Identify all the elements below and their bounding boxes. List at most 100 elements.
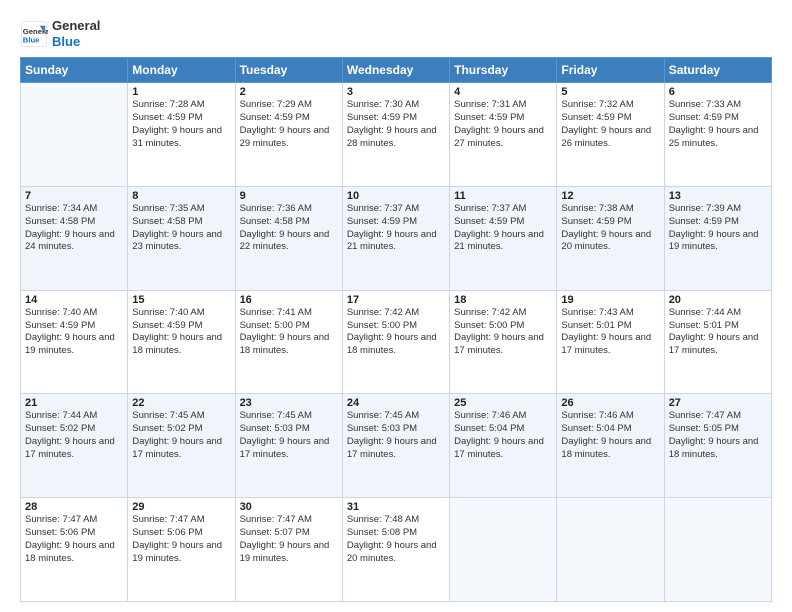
calendar-day-cell: 1Sunrise: 7:28 AMSunset: 4:59 PMDaylight… bbox=[128, 83, 235, 187]
day-info: Sunrise: 7:44 AMSunset: 5:02 PMDaylight:… bbox=[25, 410, 123, 461]
calendar-day-cell: 18Sunrise: 7:42 AMSunset: 5:00 PMDayligh… bbox=[450, 290, 557, 394]
calendar-day-cell: 10Sunrise: 7:37 AMSunset: 4:59 PMDayligh… bbox=[342, 186, 449, 290]
calendar-week-row: 28Sunrise: 7:47 AMSunset: 5:06 PMDayligh… bbox=[21, 498, 772, 602]
calendar-week-row: 7Sunrise: 7:34 AMSunset: 4:58 PMDaylight… bbox=[21, 186, 772, 290]
day-of-week-header: Friday bbox=[557, 58, 664, 83]
calendar-header-row: SundayMondayTuesdayWednesdayThursdayFrid… bbox=[21, 58, 772, 83]
calendar-day-cell: 25Sunrise: 7:46 AMSunset: 5:04 PMDayligh… bbox=[450, 394, 557, 498]
day-info: Sunrise: 7:40 AMSunset: 4:59 PMDaylight:… bbox=[132, 307, 230, 358]
day-info: Sunrise: 7:45 AMSunset: 5:03 PMDaylight:… bbox=[347, 410, 445, 461]
day-number: 25 bbox=[454, 397, 552, 409]
day-number: 3 bbox=[347, 86, 445, 98]
day-number: 20 bbox=[669, 294, 767, 306]
header: General Blue General Blue bbox=[20, 18, 772, 49]
day-number: 11 bbox=[454, 190, 552, 202]
day-info: Sunrise: 7:37 AMSunset: 4:59 PMDaylight:… bbox=[454, 203, 552, 254]
calendar-day-cell bbox=[450, 498, 557, 602]
calendar-day-cell: 16Sunrise: 7:41 AMSunset: 5:00 PMDayligh… bbox=[235, 290, 342, 394]
day-number: 9 bbox=[240, 190, 338, 202]
day-number: 5 bbox=[561, 86, 659, 98]
day-info: Sunrise: 7:45 AMSunset: 5:02 PMDaylight:… bbox=[132, 410, 230, 461]
calendar-day-cell bbox=[557, 498, 664, 602]
day-number: 13 bbox=[669, 190, 767, 202]
day-info: Sunrise: 7:39 AMSunset: 4:59 PMDaylight:… bbox=[669, 203, 767, 254]
day-number: 19 bbox=[561, 294, 659, 306]
day-of-week-header: Sunday bbox=[21, 58, 128, 83]
calendar-day-cell: 26Sunrise: 7:46 AMSunset: 5:04 PMDayligh… bbox=[557, 394, 664, 498]
calendar-day-cell: 23Sunrise: 7:45 AMSunset: 5:03 PMDayligh… bbox=[235, 394, 342, 498]
day-number: 14 bbox=[25, 294, 123, 306]
day-number: 17 bbox=[347, 294, 445, 306]
day-number: 31 bbox=[347, 501, 445, 513]
calendar-day-cell: 3Sunrise: 7:30 AMSunset: 4:59 PMDaylight… bbox=[342, 83, 449, 187]
day-number: 8 bbox=[132, 190, 230, 202]
day-info: Sunrise: 7:48 AMSunset: 5:08 PMDaylight:… bbox=[347, 514, 445, 565]
day-of-week-header: Saturday bbox=[664, 58, 771, 83]
day-info: Sunrise: 7:34 AMSunset: 4:58 PMDaylight:… bbox=[25, 203, 123, 254]
day-number: 16 bbox=[240, 294, 338, 306]
calendar-day-cell: 20Sunrise: 7:44 AMSunset: 5:01 PMDayligh… bbox=[664, 290, 771, 394]
day-info: Sunrise: 7:36 AMSunset: 4:58 PMDaylight:… bbox=[240, 203, 338, 254]
logo-icon: General Blue bbox=[20, 20, 48, 48]
day-number: 29 bbox=[132, 501, 230, 513]
calendar-day-cell: 21Sunrise: 7:44 AMSunset: 5:02 PMDayligh… bbox=[21, 394, 128, 498]
day-info: Sunrise: 7:37 AMSunset: 4:59 PMDaylight:… bbox=[347, 203, 445, 254]
calendar-day-cell: 24Sunrise: 7:45 AMSunset: 5:03 PMDayligh… bbox=[342, 394, 449, 498]
calendar-day-cell: 6Sunrise: 7:33 AMSunset: 4:59 PMDaylight… bbox=[664, 83, 771, 187]
day-of-week-header: Monday bbox=[128, 58, 235, 83]
calendar-day-cell: 15Sunrise: 7:40 AMSunset: 4:59 PMDayligh… bbox=[128, 290, 235, 394]
day-number: 1 bbox=[132, 86, 230, 98]
day-info: Sunrise: 7:42 AMSunset: 5:00 PMDaylight:… bbox=[347, 307, 445, 358]
day-of-week-header: Thursday bbox=[450, 58, 557, 83]
logo-text: General Blue bbox=[52, 18, 100, 49]
day-info: Sunrise: 7:46 AMSunset: 5:04 PMDaylight:… bbox=[454, 410, 552, 461]
day-number: 6 bbox=[669, 86, 767, 98]
calendar-week-row: 14 Sunrise: 7:40 AMSunset: 4:59 PMDayligh… bbox=[21, 290, 772, 394]
calendar-day-cell: 29Sunrise: 7:47 AMSunset: 5:06 PMDayligh… bbox=[128, 498, 235, 602]
day-number: 4 bbox=[454, 86, 552, 98]
day-number: 15 bbox=[132, 294, 230, 306]
day-info: Sunrise: 7:45 AMSunset: 5:03 PMDaylight:… bbox=[240, 410, 338, 461]
day-info: Sunrise: 7:47 AMSunset: 5:06 PMDaylight:… bbox=[132, 514, 230, 565]
calendar-week-row: 1Sunrise: 7:28 AMSunset: 4:59 PMDaylight… bbox=[21, 83, 772, 187]
day-info: Sunrise: 7:47 AMSunset: 5:07 PMDaylight:… bbox=[240, 514, 338, 565]
day-number: 24 bbox=[347, 397, 445, 409]
calendar-day-cell: 11Sunrise: 7:37 AMSunset: 4:59 PMDayligh… bbox=[450, 186, 557, 290]
calendar-day-cell: 7Sunrise: 7:34 AMSunset: 4:58 PMDaylight… bbox=[21, 186, 128, 290]
day-info: Sunrise: 7:41 AMSunset: 5:00 PMDaylight:… bbox=[240, 307, 338, 358]
day-number: 22 bbox=[132, 397, 230, 409]
day-info: Sunrise: 7:33 AMSunset: 4:59 PMDaylight:… bbox=[669, 99, 767, 150]
day-number: 27 bbox=[669, 397, 767, 409]
day-info: Sunrise: 7:46 AMSunset: 5:04 PMDaylight:… bbox=[561, 410, 659, 461]
day-info: Sunrise: 7:28 AMSunset: 4:59 PMDaylight:… bbox=[132, 99, 230, 150]
day-info: Sunrise: 7:47 AMSunset: 5:06 PMDaylight:… bbox=[25, 514, 123, 565]
calendar-day-cell: 19Sunrise: 7:43 AMSunset: 5:01 PMDayligh… bbox=[557, 290, 664, 394]
day-info: Sunrise: 7:30 AMSunset: 4:59 PMDaylight:… bbox=[347, 99, 445, 150]
day-info: Sunrise: 7:47 AMSunset: 5:05 PMDaylight:… bbox=[669, 410, 767, 461]
day-info: Sunrise: 7:31 AMSunset: 4:59 PMDaylight:… bbox=[454, 99, 552, 150]
day-of-week-header: Wednesday bbox=[342, 58, 449, 83]
calendar-day-cell: 8Sunrise: 7:35 AMSunset: 4:58 PMDaylight… bbox=[128, 186, 235, 290]
day-number: 26 bbox=[561, 397, 659, 409]
calendar-day-cell: 5Sunrise: 7:32 AMSunset: 4:59 PMDaylight… bbox=[557, 83, 664, 187]
day-number: 2 bbox=[240, 86, 338, 98]
calendar-day-cell: 2Sunrise: 7:29 AMSunset: 4:59 PMDaylight… bbox=[235, 83, 342, 187]
day-number: 28 bbox=[25, 501, 123, 513]
day-info: Sunrise: 7:43 AMSunset: 5:01 PMDaylight:… bbox=[561, 307, 659, 358]
day-number: 7 bbox=[25, 190, 123, 202]
day-info: Sunrise: 7:32 AMSunset: 4:59 PMDaylight:… bbox=[561, 99, 659, 150]
calendar-day-cell: 22Sunrise: 7:45 AMSunset: 5:02 PMDayligh… bbox=[128, 394, 235, 498]
calendar-day-cell: 4Sunrise: 7:31 AMSunset: 4:59 PMDaylight… bbox=[450, 83, 557, 187]
calendar-day-cell: 28Sunrise: 7:47 AMSunset: 5:06 PMDayligh… bbox=[21, 498, 128, 602]
calendar-week-row: 21Sunrise: 7:44 AMSunset: 5:02 PMDayligh… bbox=[21, 394, 772, 498]
calendar-day-cell: 12Sunrise: 7:38 AMSunset: 4:59 PMDayligh… bbox=[557, 186, 664, 290]
day-info: Sunrise: 7:44 AMSunset: 5:01 PMDaylight:… bbox=[669, 307, 767, 358]
page: General Blue General Blue SundayMondayTu… bbox=[0, 0, 792, 612]
calendar: SundayMondayTuesdayWednesdayThursdayFrid… bbox=[20, 57, 772, 602]
svg-text:Blue: Blue bbox=[23, 35, 40, 44]
day-of-week-header: Tuesday bbox=[235, 58, 342, 83]
day-number: 23 bbox=[240, 397, 338, 409]
calendar-day-cell: 30Sunrise: 7:47 AMSunset: 5:07 PMDayligh… bbox=[235, 498, 342, 602]
calendar-day-cell bbox=[664, 498, 771, 602]
calendar-day-cell: 9Sunrise: 7:36 AMSunset: 4:58 PMDaylight… bbox=[235, 186, 342, 290]
